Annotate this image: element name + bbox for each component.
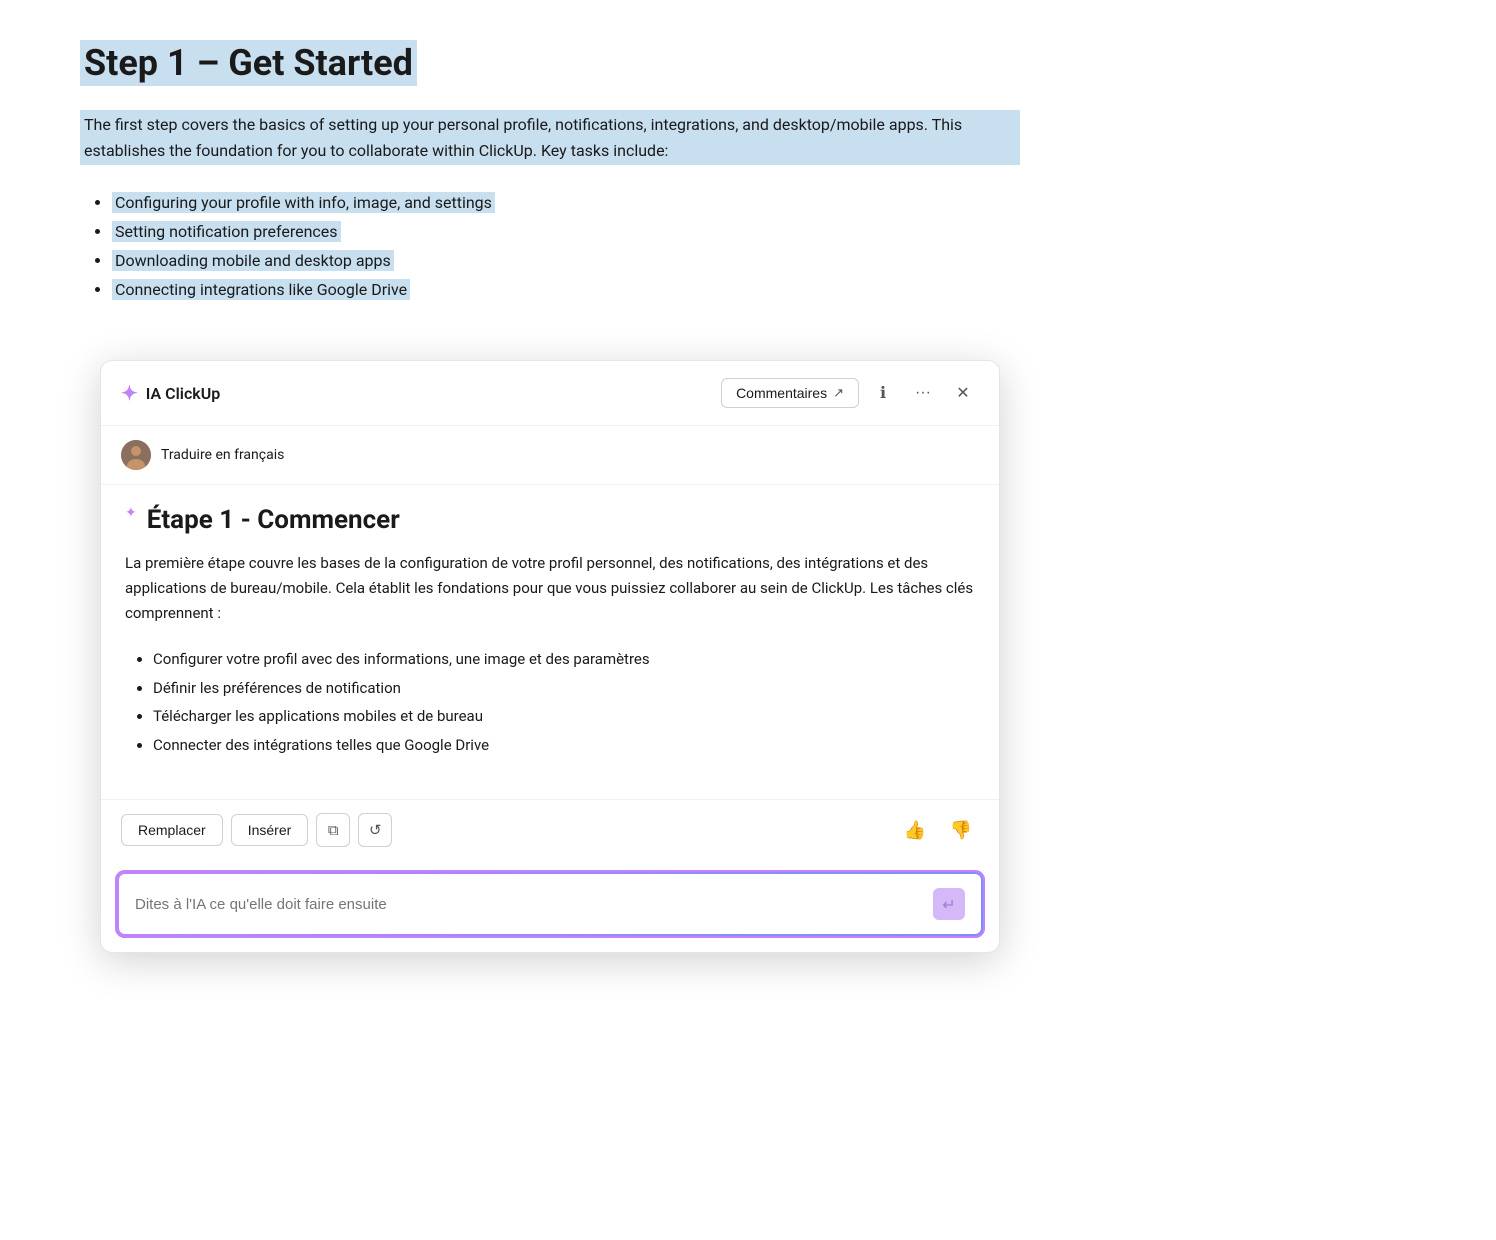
- ai-result-title-row: ✦ Étape 1 - Commencer: [125, 505, 975, 535]
- commentaires-label: Commentaires: [736, 385, 827, 401]
- ai-list-item: Connecter des intégrations telles que Go…: [153, 731, 975, 760]
- main-content: Step 1 – Get Started The first step cove…: [0, 0, 1100, 368]
- commentaires-button[interactable]: Commentaires ↗: [721, 378, 859, 408]
- list-item: Configuring your profile with info, imag…: [112, 189, 1020, 218]
- ai-list-item: Configurer votre profil avec des informa…: [153, 645, 975, 674]
- user-request-section: Traduire en français: [101, 426, 999, 485]
- ai-input[interactable]: [135, 896, 933, 913]
- list-item: Connecting integrations like Google Driv…: [112, 276, 1020, 305]
- thumbs-down-button[interactable]: 👎: [943, 812, 979, 848]
- ai-modal: ✦ IA ClickUp Commentaires ↗ ℹ ··· ✕ Trad…: [100, 360, 1000, 953]
- thumbs-down-icon: 👎: [950, 820, 972, 841]
- user-request-text: Traduire en français: [161, 447, 284, 463]
- copy-icon: ⧉: [328, 822, 339, 839]
- thumbs-up-button[interactable]: 👍: [897, 812, 933, 848]
- footer-right-actions: 👍 👎: [897, 812, 979, 848]
- ai-result-title: Étape 1 - Commencer: [147, 505, 400, 535]
- more-options-button[interactable]: ···: [907, 377, 939, 409]
- avatar: [121, 440, 151, 470]
- ai-modal-title: ✦ IA ClickUp: [121, 381, 220, 405]
- bullet-list: Configuring your profile with info, imag…: [80, 189, 1020, 304]
- info-button[interactable]: ℹ: [867, 377, 899, 409]
- ai-input-section: ↵: [101, 864, 999, 952]
- replace-button[interactable]: Remplacer: [121, 814, 223, 846]
- ai-result-paragraph: La première étape couvre les bases de la…: [125, 551, 975, 625]
- ai-modal-title-text: IA ClickUp: [146, 384, 220, 403]
- insert-button[interactable]: Insérer: [231, 814, 309, 846]
- close-button[interactable]: ✕: [947, 377, 979, 409]
- ai-bullet-list: Configurer votre profil avec des informa…: [125, 645, 975, 759]
- ai-list-item: Télécharger les applications mobiles et …: [153, 702, 975, 731]
- ai-modal-footer: Remplacer Insérer ⧉ ↺ 👍 👎: [101, 799, 999, 864]
- refresh-icon: ↺: [369, 821, 382, 839]
- sparkle-icon: ✦: [121, 381, 138, 405]
- thumbs-up-icon: 👍: [904, 820, 926, 841]
- ai-input-wrapper: ↵: [117, 872, 983, 936]
- main-title: Step 1 – Get Started: [80, 40, 417, 86]
- send-icon: ↵: [942, 895, 955, 914]
- sparkle-result-icon: ✦: [125, 505, 137, 521]
- refresh-button[interactable]: ↺: [358, 813, 392, 847]
- list-item: Downloading mobile and desktop apps: [112, 247, 1020, 276]
- main-paragraph: The first step covers the basics of sett…: [80, 110, 1020, 165]
- copy-button[interactable]: ⧉: [316, 813, 350, 847]
- list-item: Setting notification preferences: [112, 218, 1020, 247]
- ai-modal-body: ✦ Étape 1 - Commencer La première étape …: [101, 485, 999, 799]
- ai-modal-actions: Commentaires ↗ ℹ ··· ✕: [721, 377, 979, 409]
- ai-list-item: Définir les préférences de notification: [153, 674, 975, 703]
- ai-modal-header: ✦ IA ClickUp Commentaires ↗ ℹ ··· ✕: [101, 361, 999, 426]
- footer-left-actions: Remplacer Insérer ⧉ ↺: [121, 813, 392, 847]
- send-button[interactable]: ↵: [933, 888, 965, 920]
- external-link-icon: ↗: [833, 385, 844, 401]
